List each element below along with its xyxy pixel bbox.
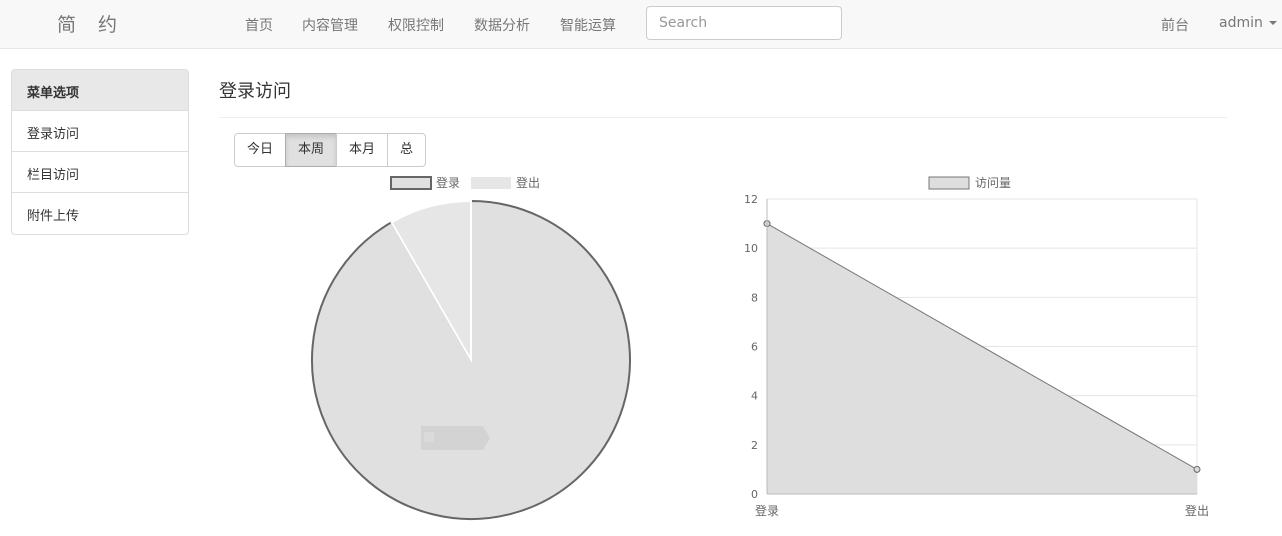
legend-swatch-logout[interactable] [471, 177, 511, 189]
range-today-button[interactable]: 今日 [234, 133, 287, 167]
caret-down-icon [1268, 21, 1277, 25]
sidebar-header: 菜单选项 [12, 70, 188, 111]
nav-smart-computing[interactable]: 智能运算 [560, 15, 616, 35]
legend-label-login[interactable]: 登录 [436, 175, 460, 190]
page-title: 登录访问 [219, 81, 291, 102]
area-fill [767, 223, 1197, 495]
legend-label-visits[interactable]: 访问量 [975, 176, 1011, 190]
tooltip-swatch [424, 432, 434, 442]
y-tick-label: 0 [751, 488, 758, 501]
sidebar-item-column-visits[interactable]: 栏目访问 [12, 152, 188, 193]
y-tick-label: 6 [751, 341, 758, 354]
visits-area-chart: 访问量 0 2 4 6 8 10 12 登录 登出 [744, 176, 1209, 518]
title-divider [219, 117, 1227, 118]
nav-data-analysis[interactable]: 数据分析 [474, 15, 530, 35]
line-legend: 访问量 [928, 176, 1011, 190]
login-pie-chart: 登录 登出 [311, 175, 631, 520]
legend-swatch-login[interactable] [390, 176, 432, 190]
data-point[interactable] [1193, 465, 1201, 473]
range-button-group: 今日 本周 本月 总 [234, 133, 427, 167]
x-tick-label: 登录 [755, 503, 779, 518]
nav-frontend[interactable]: 前台 [1161, 15, 1189, 35]
pie-slices [311, 199, 631, 520]
top-navbar: 简 约 首页 内容管理 权限控制 数据分析 智能运算 前台 admin [0, 0, 1282, 49]
sidebar-item-file-upload[interactable]: 附件上传 [12, 193, 188, 234]
legend-label-logout[interactable]: 登出 [516, 175, 540, 190]
y-tick-label: 4 [751, 390, 758, 403]
brand-logo[interactable]: 简 约 [57, 10, 125, 37]
range-month-button[interactable]: 本月 [336, 133, 389, 167]
user-menu[interactable]: admin [1219, 15, 1277, 31]
pie-tooltip [421, 426, 490, 450]
range-total-button[interactable]: 总 [387, 133, 427, 167]
sidebar-item-login-visits[interactable]: 登录访问 [12, 111, 188, 152]
area-series [763, 220, 1201, 495]
user-name: admin [1219, 15, 1263, 31]
y-tick-label: 12 [744, 193, 758, 206]
y-tick-label: 8 [751, 291, 758, 304]
nav-permission-control[interactable]: 权限控制 [388, 15, 444, 35]
search-input[interactable] [646, 6, 842, 40]
pie-legend: 登录 登出 [390, 175, 540, 190]
y-tick-label: 10 [744, 242, 758, 255]
x-tick-label: 登出 [1185, 503, 1209, 518]
nav-home[interactable]: 首页 [245, 15, 273, 35]
nav-content-management[interactable]: 内容管理 [302, 15, 358, 35]
sidebar-menu: 菜单选项 登录访问 栏目访问 附件上传 [11, 69, 189, 235]
y-tick-label: 2 [751, 439, 758, 452]
range-week-button[interactable]: 本周 [285, 133, 338, 167]
legend-swatch-visits[interactable] [928, 176, 970, 190]
